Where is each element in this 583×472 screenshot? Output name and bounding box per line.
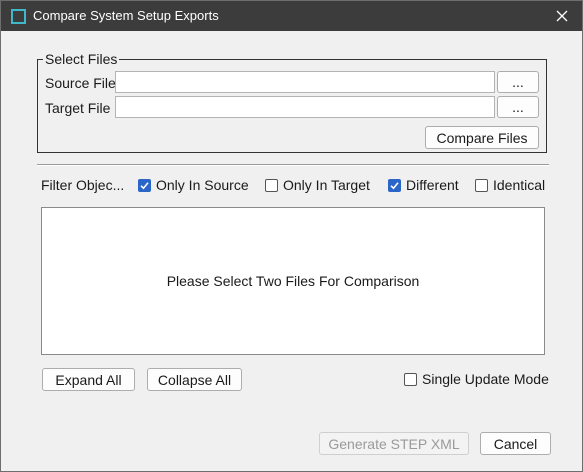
checkmark-icon xyxy=(388,178,401,192)
checkmark-icon xyxy=(138,178,151,192)
identical-label: Identical xyxy=(493,177,546,193)
collapse-all-button[interactable]: Collapse All xyxy=(147,368,242,391)
compare-dialog: Compare System Setup Exports Select File… xyxy=(0,0,583,472)
results-placeholder: Please Select Two Files For Comparison xyxy=(166,273,420,289)
title-bar: Compare System Setup Exports xyxy=(1,1,582,31)
window-title: Compare System Setup Exports xyxy=(33,8,219,23)
target-file-input[interactable] xyxy=(115,96,495,118)
expand-all-button[interactable]: Expand All xyxy=(42,368,135,391)
cancel-button[interactable]: Cancel xyxy=(480,432,551,455)
checkbox-empty-icon xyxy=(404,372,417,386)
separator xyxy=(37,164,549,166)
source-file-label: Source File xyxy=(45,75,116,91)
only-in-source-checkbox[interactable]: Only In Source xyxy=(138,177,249,193)
single-update-mode-checkbox[interactable]: Single Update Mode xyxy=(404,371,549,387)
comparison-results-panel[interactable]: Please Select Two Files For Comparison xyxy=(41,207,545,355)
checkbox-empty-icon xyxy=(265,178,278,192)
close-button[interactable] xyxy=(542,1,582,31)
different-checkbox[interactable]: Different xyxy=(388,177,459,193)
only-in-source-label: Only In Source xyxy=(156,177,249,193)
filter-objects-label: Filter Objec... xyxy=(41,177,125,193)
app-icon xyxy=(11,9,26,24)
generate-step-xml-button[interactable]: Generate STEP XML xyxy=(319,432,469,455)
checkbox-empty-icon xyxy=(475,178,488,192)
select-files-legend: Select Files xyxy=(43,51,120,67)
only-in-target-checkbox[interactable]: Only In Target xyxy=(265,177,370,193)
single-update-mode-label: Single Update Mode xyxy=(422,371,549,387)
compare-files-button[interactable]: Compare Files xyxy=(425,126,539,149)
target-file-label: Target File xyxy=(45,100,111,116)
different-label: Different xyxy=(406,177,459,193)
browse-target-button[interactable]: ... xyxy=(497,96,539,118)
browse-source-button[interactable]: ... xyxy=(497,71,539,93)
identical-checkbox[interactable]: Identical xyxy=(475,177,545,193)
only-in-target-label: Only In Target xyxy=(283,177,370,193)
close-icon xyxy=(556,10,568,22)
source-file-input[interactable] xyxy=(115,71,495,93)
